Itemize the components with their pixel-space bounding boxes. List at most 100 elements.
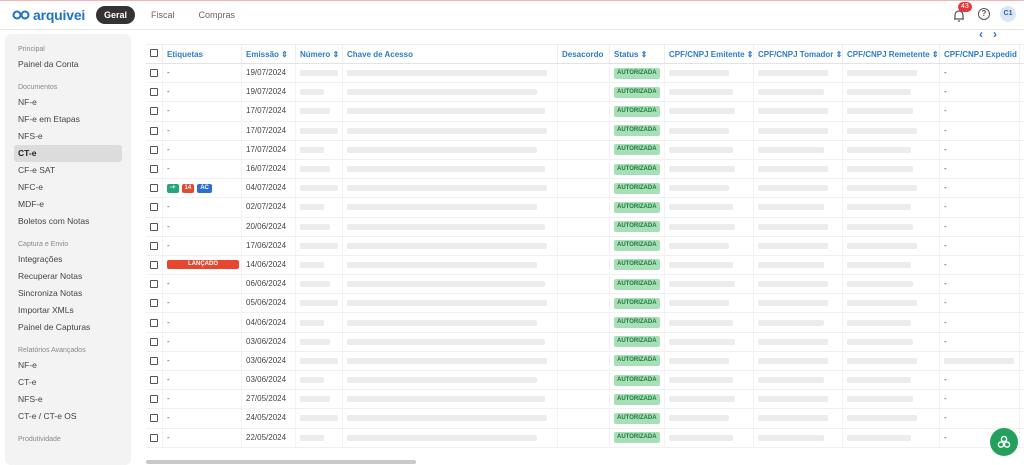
cell-etiquetas[interactable]: -	[163, 313, 242, 332]
row-checkbox[interactable]	[146, 83, 163, 102]
col-emissao[interactable]: Emissão ⇕	[242, 45, 296, 63]
table-row[interactable]: - 05/06/2024 AUTORIZADA -	[146, 294, 1024, 314]
sidebar-item-recuperar-notas[interactable]: Recuperar Notas	[5, 268, 131, 285]
sidebar-item-nfse[interactable]: NFS-e	[5, 128, 131, 145]
cell-etiquetas[interactable]: -	[163, 332, 242, 351]
sidebar-item-integracoes[interactable]: Integrações	[5, 251, 131, 268]
cell-etiquetas[interactable]: -	[163, 428, 242, 447]
horizontal-scrollbar[interactable]	[146, 460, 416, 464]
table-row[interactable]: - 20/06/2024 AUTORIZADA -	[146, 217, 1024, 237]
row-checkbox[interactable]	[146, 275, 163, 294]
table-row[interactable]: - 16/07/2024 AUTORIZADA -	[146, 159, 1024, 180]
col-chave-acesso[interactable]: Chave de Acesso	[343, 45, 558, 63]
sidebar-item-importar-xmls[interactable]: Importar XMLs	[5, 302, 131, 319]
tag-chip[interactable]: 14	[181, 183, 195, 193]
tag-lancado[interactable]: LANÇADO	[167, 260, 239, 270]
col-desacordo[interactable]: Desacordo	[558, 45, 610, 63]
row-checkbox[interactable]	[146, 428, 163, 447]
cell-etiquetas[interactable]: -	[163, 198, 242, 217]
cell-etiquetas[interactable]: -	[163, 409, 242, 428]
row-checkbox[interactable]	[146, 313, 163, 332]
cell-etiquetas[interactable]: -	[163, 102, 242, 121]
row-checkbox[interactable]	[146, 198, 163, 217]
sidebar-item-painel-capturas[interactable]: Painel de Capturas	[5, 319, 131, 336]
table-row[interactable]: - 03/06/2024 AUTORIZADA -	[146, 332, 1024, 352]
col-cnpj-remetente[interactable]: CPF/CNPJ Remetente ⇕	[843, 45, 940, 63]
col-numero[interactable]: Número ⇕	[296, 45, 343, 63]
table-row[interactable]: - 04/06/2024 AUTORIZADA -	[146, 313, 1024, 333]
cell-etiquetas[interactable]: -	[163, 64, 242, 83]
row-checkbox[interactable]	[146, 371, 163, 390]
cell-etiquetas[interactable]: -	[163, 371, 242, 390]
cell-etiquetas[interactable]: -	[163, 121, 242, 140]
cell-etiquetas[interactable]: -	[163, 236, 242, 255]
table-row[interactable]: - 22/05/2024 AUTORIZADA -	[146, 428, 1024, 448]
next-page-button[interactable]: ›	[993, 27, 997, 41]
row-checkbox[interactable]	[146, 159, 163, 179]
col-status[interactable]: Status ⇕	[610, 45, 665, 63]
row-checkbox[interactable]	[146, 236, 163, 255]
sidebar-item-cte[interactable]: CT-e	[14, 145, 122, 162]
sidebar-item-nfe[interactable]: NF-e	[5, 94, 131, 111]
chat-button[interactable]	[990, 428, 1018, 456]
table-row[interactable]: - 24/05/2024 AUTORIZADA -	[146, 409, 1024, 429]
row-checkbox[interactable]	[146, 179, 163, 198]
sidebar-item-nfce[interactable]: NFC-e	[5, 179, 131, 196]
prev-page-button[interactable]: ‹	[979, 27, 983, 41]
cell-etiquetas[interactable]: -	[163, 294, 242, 313]
table-row[interactable]: - 03/06/2024 AUTORIZADA -	[146, 371, 1024, 391]
row-checkbox[interactable]	[146, 294, 163, 313]
sidebar-item-nfe-etapas[interactable]: NF-e em Etapas	[5, 111, 131, 128]
row-checkbox[interactable]	[146, 332, 163, 351]
table-row[interactable]: - 17/06/2024 AUTORIZADA -	[146, 236, 1024, 256]
row-checkbox[interactable]	[146, 255, 163, 275]
sidebar-item-boletos[interactable]: Boletos com Notas	[5, 213, 131, 230]
tab-compras[interactable]: Compras	[191, 6, 244, 24]
row-checkbox[interactable]	[146, 351, 163, 370]
col-cnpj-emitente[interactable]: CPF/CNPJ Emitente ⇕	[665, 45, 754, 63]
cell-etiquetas[interactable]: -+ 14 AC	[163, 179, 242, 198]
table-row[interactable]: - 27/05/2024 AUTORIZADA -	[146, 390, 1024, 410]
sidebar-item-rel-cte[interactable]: CT-e	[5, 374, 131, 391]
cell-etiquetas[interactable]: -	[163, 275, 242, 294]
cell-etiquetas[interactable]: -	[163, 217, 242, 236]
table-row[interactable]: - 17/07/2024 AUTORIZADA -	[146, 102, 1024, 122]
sidebar-item-mdfe[interactable]: MDF-e	[5, 196, 131, 213]
table-row[interactable]: - 06/06/2024 AUTORIZADA -	[146, 275, 1024, 295]
col-etiquetas[interactable]: Etiquetas	[163, 45, 242, 63]
row-checkbox[interactable]	[146, 64, 163, 83]
col-cnpj-expedidor[interactable]: CPF/CNPJ Expedid	[940, 45, 1020, 63]
cell-etiquetas[interactable]: -	[163, 83, 242, 102]
cell-etiquetas[interactable]: -	[163, 159, 242, 179]
sidebar-item-painel-da-conta[interactable]: Painel da Conta	[5, 56, 131, 73]
table-row[interactable]: - 03/06/2024 AUTORIZADA	[146, 351, 1024, 371]
sidebar-item-rel-nfe[interactable]: NF-e	[5, 357, 131, 374]
sidebar-item-sincroniza-notas[interactable]: Sincroniza Notas	[5, 285, 131, 302]
tab-geral[interactable]: Geral	[96, 6, 136, 24]
table-row[interactable]: - 17/07/2024 AUTORIZADA -	[146, 121, 1024, 141]
row-checkbox[interactable]	[146, 121, 163, 140]
table-row[interactable]: - 19/07/2024 AUTORIZADA -	[146, 83, 1024, 103]
table-row[interactable]: - 19/07/2024 AUTORIZADA -	[146, 64, 1024, 84]
cell-etiquetas[interactable]: -	[163, 351, 242, 370]
cell-etiquetas[interactable]: -	[163, 390, 242, 409]
table-row[interactable]: - 17/07/2024 AUTORIZADA -	[146, 140, 1024, 160]
notifications-button[interactable]: 43	[952, 2, 972, 22]
row-checkbox[interactable]	[146, 102, 163, 121]
cell-etiquetas[interactable]: LANÇADO	[163, 255, 242, 275]
row-checkbox[interactable]	[146, 390, 163, 409]
table-row[interactable]: LANÇADO 14/06/2024 AUTORIZADA -	[146, 255, 1024, 276]
cell-etiquetas[interactable]: -	[163, 140, 242, 159]
select-all-checkbox[interactable]	[146, 45, 163, 63]
row-checkbox[interactable]	[146, 217, 163, 236]
avatar[interactable]: C1	[1000, 6, 1016, 22]
sidebar-item-cfe-sat[interactable]: CF-e SAT	[5, 162, 131, 179]
logo[interactable]: arquivei	[12, 7, 85, 23]
tag-chip[interactable]: AC	[197, 183, 212, 193]
table-row[interactable]: - 02/07/2024 AUTORIZADA -	[146, 198, 1024, 218]
row-checkbox[interactable]	[146, 409, 163, 428]
sidebar-item-rel-nfse[interactable]: NFS-e	[5, 391, 131, 408]
row-checkbox[interactable]	[146, 140, 163, 159]
col-cnpj-tomador[interactable]: CPF/CNPJ Tomador ⇕	[754, 45, 843, 63]
table-row[interactable]: -+ 14 AC 04/07/2024 AUTORIZADA -	[146, 179, 1024, 199]
